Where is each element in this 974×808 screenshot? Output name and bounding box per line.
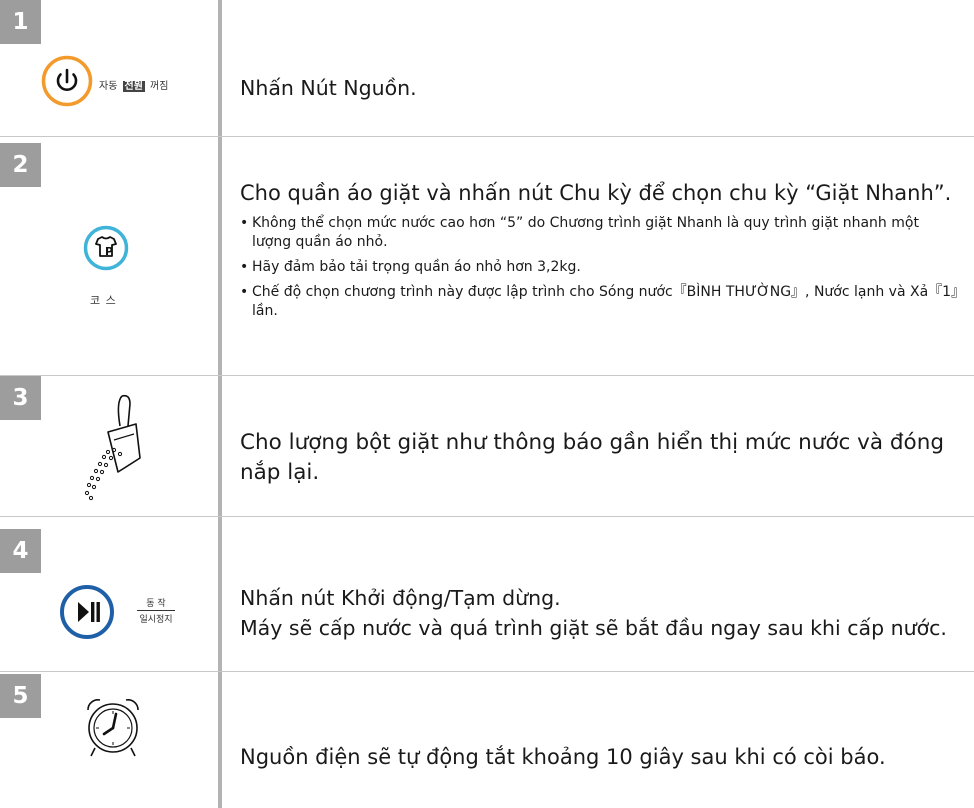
detergent-scoop-icon	[84, 394, 141, 501]
step-2-notes: Không thể chọn mức nước cao hơn “5” do C…	[240, 214, 962, 321]
alarm-clock-icon	[87, 699, 139, 757]
alarm-clock-illustration	[0, 694, 218, 764]
step-3-instruction: Cho lượng bột giặt như thông báo gần hiể…	[240, 430, 944, 485]
step-4-instruction: Nhấn nút Khởi động/Tạm dừng.	[240, 586, 561, 610]
power-icon	[41, 55, 93, 107]
note-item: Hãy đảm bảo tải trọng quần áo nhỏ hơn 3,…	[240, 258, 962, 277]
svg-text:P: P	[105, 245, 113, 258]
row-divider-1	[0, 136, 974, 137]
row-divider-2	[0, 375, 974, 376]
note-item: Chế độ chọn chương trình này được lập tr…	[240, 283, 962, 321]
step-1-instruction: Nhấn Nút Nguồn.	[240, 76, 417, 100]
step-4-detail: Máy sẽ cấp nước và quá trình giặt sẽ bắt…	[240, 616, 947, 640]
step-number-badge: 1	[0, 0, 41, 44]
course-button-illustration: P 코 스	[0, 225, 218, 315]
power-button-illustration: 자동 전원 꺼짐	[0, 55, 218, 115]
play-pause-icon	[60, 585, 114, 639]
step-2-content: Cho quần áo giặt và nhấn nút Chu kỳ để c…	[240, 178, 962, 327]
start-pause-label: 동 작 일시정지	[137, 596, 175, 625]
step-number-badge: 2	[0, 143, 41, 187]
column-divider	[218, 0, 222, 808]
step-4-content: Nhấn nút Khởi động/Tạm dừng. Máy sẽ cấp …	[240, 583, 962, 643]
start-pause-button-illustration: 동 작 일시정지	[0, 584, 218, 644]
power-button-label: 자동 전원 꺼짐	[99, 81, 169, 92]
row-divider-3	[0, 516, 974, 517]
shirt-program-icon: P	[83, 225, 129, 271]
course-button-label: 코 스	[90, 294, 117, 307]
step-5-instruction: Nguồn điện sẽ tự động tắt khoảng 10 giây…	[240, 745, 886, 769]
step-number-badge: 4	[0, 529, 41, 573]
step-2-instruction: Cho quần áo giặt và nhấn nút Chu kỳ để c…	[240, 181, 952, 205]
note-item: Không thể chọn mức nước cao hơn “5” do C…	[240, 214, 962, 252]
detergent-scoop-illustration	[0, 392, 218, 507]
row-divider-4	[0, 671, 974, 672]
